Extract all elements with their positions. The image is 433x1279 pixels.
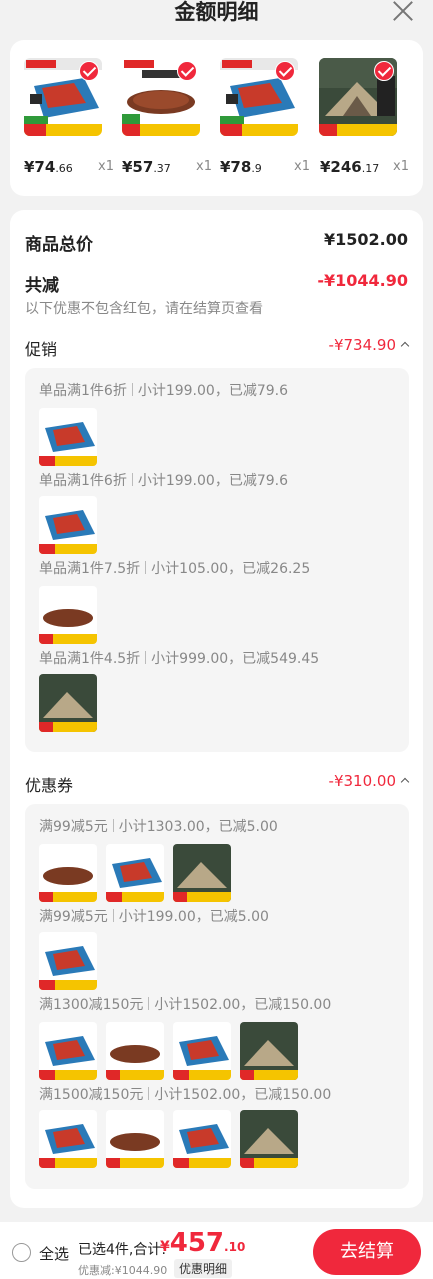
coupon-rule: 满99减5元 小计1303.00，已减5.00 [39,819,278,835]
promo-rule: 单品满1件6折 小计199.00，已减79.6 [39,383,288,399]
promo-rule: 单品满1件6折 小计199.00，已减79.6 [39,473,288,489]
coupon-rule: 满1500减150元 小计1502.00，已减150.00 [39,1087,332,1103]
product-qty: x1 [98,159,114,174]
discount-detail-button[interactable]: 优惠明细 [174,1259,233,1278]
product-price: ¥74.66 [24,158,73,176]
mini-product-image [39,586,97,644]
coupon-rule: 满99减5元 小计199.00，已减5.00 [39,909,269,925]
select-all-label[interactable]: 全选 [39,1243,69,1264]
mini-product-image [106,1022,164,1080]
mini-product-image [39,408,97,466]
total-row: 商品总价 ¥1502.00 [25,230,408,255]
product-price: ¥246.17 [320,158,380,176]
mini-product-image [240,1022,298,1080]
product-item[interactable] [319,58,397,136]
mini-product-image [173,844,231,902]
checkout-button[interactable]: 去结算 [313,1229,421,1275]
coupon-rule: 满1300减150元 小计1502.00，已减150.00 [39,997,332,1013]
page-title: 金额明细 [174,0,259,24]
checked-icon[interactable] [275,61,295,81]
product-thumbnail [220,58,298,136]
promo-rule: 单品满1件4.5折 小计999.00，已减549.45 [39,651,320,667]
mini-product-image [106,1110,164,1168]
product-thumbnail [24,58,102,136]
promo-rules: 单品满1件6折 小计199.00，已减79.6 单品满1件6折 小计199.00，已… [25,368,409,752]
product-item[interactable] [220,58,298,136]
promo-rule: 单品满1件7.5折 小计105.00，已减26.25 [39,561,311,577]
mini-product-image [39,674,97,732]
product-qty: x1 [393,159,409,174]
mini-product-image [173,1110,231,1168]
coupon-value[interactable]: -¥310.00 [329,772,410,790]
coupon-header[interactable]: 优惠券 -¥310.00 [25,772,410,796]
checkout-bar: 全选 已选4件,合计: ¥457.10 优惠减:¥1044.90 优惠明细 去结… [0,1222,433,1279]
mini-product-image [39,1022,97,1080]
mini-product-image [240,1110,298,1168]
product-price: ¥57.37 [122,158,171,176]
product-thumbnail [319,58,397,136]
reduce-value: -¥1044.90 [317,271,408,290]
close-icon[interactable] [391,0,415,24]
product-qty: x1 [196,159,212,174]
checked-icon[interactable] [79,61,99,81]
promo-value[interactable]: -¥734.90 [329,336,410,354]
discount-text: 优惠减:¥1044.90 [78,1264,168,1277]
product-price: ¥78.9 [220,158,262,176]
chevron-up-icon [400,341,410,351]
product-qty: x1 [294,159,310,174]
total-value: ¥1502.00 [323,230,408,249]
product-thumbnail [122,58,200,136]
total-amount: ¥457.10 [160,1228,246,1258]
mini-product-image [173,1022,231,1080]
mini-product-image [39,1110,97,1168]
product-item[interactable] [122,58,200,136]
reduce-row: 共减 -¥1044.90 [25,271,408,296]
product-card: ¥74.66 x1 ¥57.37 x1 ¥78.9 x1 ¥246.17 x1 [10,40,423,196]
coupon-rules: 满99减5元 小计1303.00，已减5.00 满99减5元 小计199.00，已减… [25,804,409,1189]
chevron-up-icon [400,777,410,787]
product-item[interactable] [24,58,102,136]
promo-header[interactable]: 促销 -¥734.90 [25,336,410,360]
selected-info: 已选4件,合计: [78,1242,167,1258]
mini-product-image [39,844,97,902]
mini-product-image [39,496,97,554]
header: 金额明细 [0,0,433,32]
checked-icon[interactable] [177,61,197,81]
mini-product-image [39,932,97,990]
mini-product-image [106,844,164,902]
checked-icon[interactable] [374,61,394,81]
select-all-radio[interactable] [12,1243,31,1262]
price-detail-card: 商品总价 ¥1502.00 共减 -¥1044.90 以下优惠不包含红包，请在结… [10,210,423,1208]
reduce-note: 以下优惠不包含红包，请在结算页查看 [25,301,263,317]
